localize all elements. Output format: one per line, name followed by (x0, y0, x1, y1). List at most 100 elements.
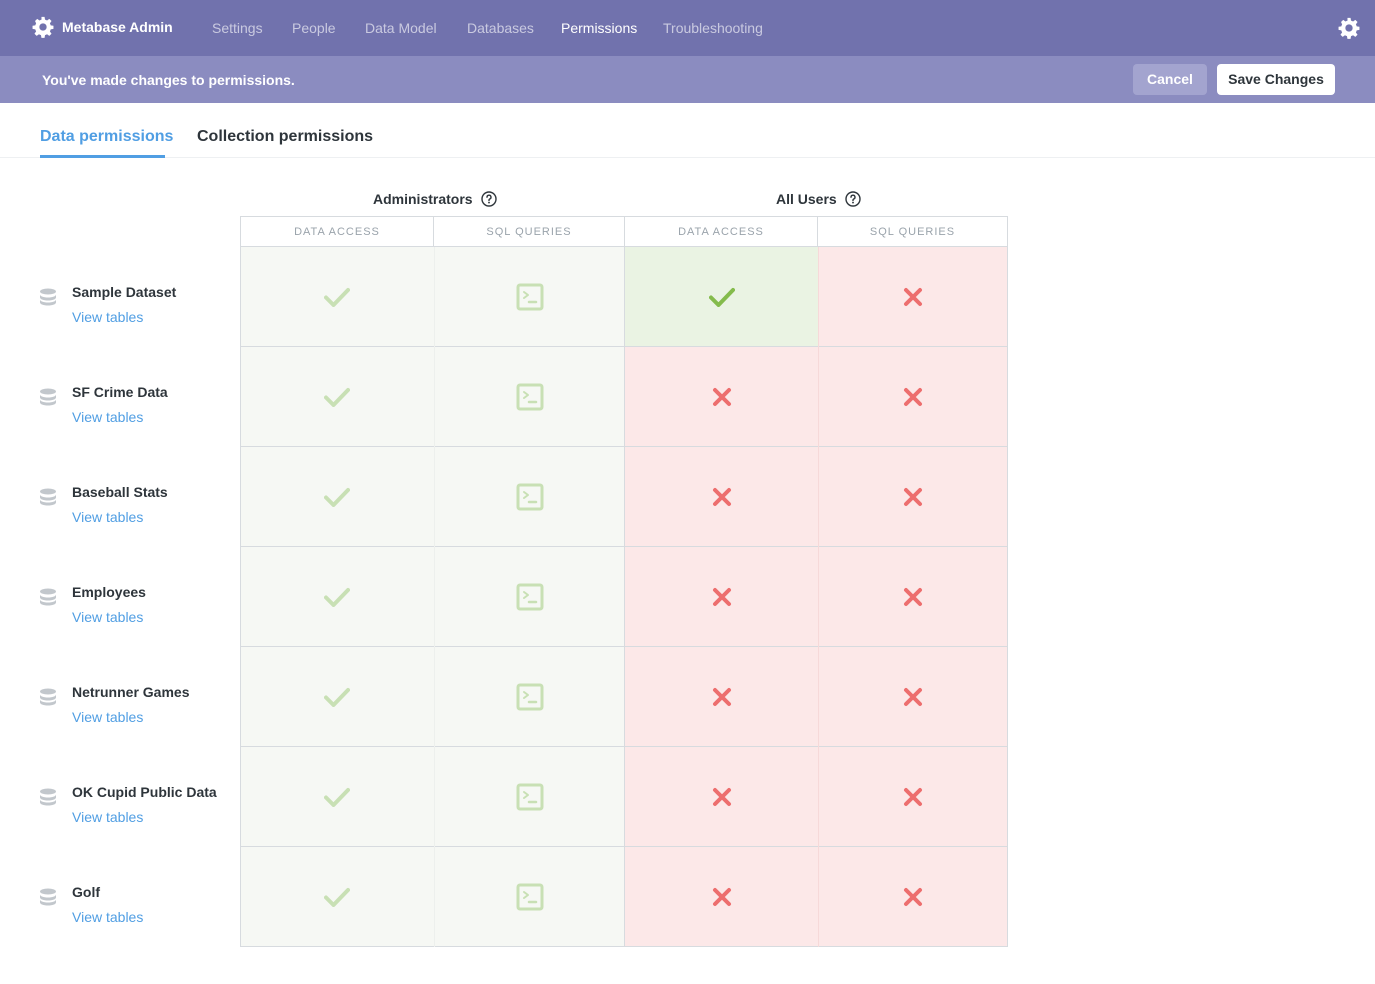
cell-admin-data-access[interactable] (240, 447, 434, 547)
brand[interactable]: Metabase Admin (32, 16, 173, 38)
nav-databases[interactable]: Databases (467, 20, 534, 36)
cell-admin-data-access[interactable] (240, 847, 434, 947)
column-header-sql-queries: SQL QUERIES (434, 216, 625, 247)
column-header-data-access: DATA ACCESS (240, 216, 434, 247)
view-tables-link[interactable]: View tables (72, 609, 143, 625)
cross-icon (904, 687, 922, 706)
cell-all-users-sql-queries[interactable] (818, 547, 1008, 647)
cell-admin-sql-queries[interactable] (434, 847, 625, 947)
cell-all-users-data-access[interactable] (625, 547, 818, 647)
help-icon[interactable] (845, 191, 861, 207)
cross-icon (712, 787, 731, 806)
sql-editor-icon (516, 783, 543, 810)
cell-all-users-data-access[interactable] (625, 747, 818, 847)
cross-icon (712, 887, 731, 906)
database-name: Employees (72, 584, 146, 600)
cell-admin-sql-queries[interactable] (434, 547, 625, 647)
view-tables-link[interactable]: View tables (72, 809, 143, 825)
nav-data-model[interactable]: Data Model (365, 20, 437, 36)
cell-all-users-sql-queries[interactable] (818, 647, 1008, 747)
active-tab-indicator (40, 155, 165, 158)
view-tables-link[interactable]: View tables (72, 409, 143, 425)
database-icon (40, 488, 56, 506)
cell-admin-sql-queries[interactable] (434, 647, 625, 747)
view-tables-link[interactable]: View tables (72, 309, 143, 325)
database-name: SF Crime Data (72, 384, 168, 400)
cross-icon (904, 587, 922, 606)
cell-admin-data-access[interactable] (240, 647, 434, 747)
unsaved-changes-banner: You've made changes to permissions. Canc… (0, 56, 1375, 103)
database-name: Sample Dataset (72, 284, 177, 300)
checkmark-icon (324, 887, 350, 907)
brand-label: Metabase Admin (62, 19, 173, 35)
checkmark-icon (324, 487, 350, 507)
cell-all-users-sql-queries[interactable] (818, 247, 1008, 347)
cancel-button[interactable]: Cancel (1133, 64, 1207, 95)
nav-troubleshooting[interactable]: Troubleshooting (663, 20, 763, 36)
checkmark-icon (324, 387, 350, 407)
cell-admin-data-access[interactable] (240, 747, 434, 847)
settings-gear-icon[interactable] (1338, 17, 1360, 39)
cell-admin-data-access[interactable] (240, 247, 434, 347)
cell-all-users-data-access[interactable] (625, 647, 818, 747)
cell-all-users-data-access[interactable] (625, 847, 818, 947)
view-tables-link[interactable]: View tables (72, 709, 143, 725)
tab-collection-permissions[interactable]: Collection permissions (197, 128, 373, 146)
checkmark-icon (324, 687, 350, 707)
sql-editor-icon (516, 883, 543, 910)
grid-column-divider (434, 247, 435, 947)
grid-border-right (1007, 247, 1008, 947)
tab-data-permissions[interactable]: Data permissions (40, 128, 173, 146)
metabase-gear-icon (32, 16, 54, 38)
sql-editor-icon (516, 583, 543, 610)
cross-icon (712, 487, 731, 506)
cell-admin-data-access[interactable] (240, 547, 434, 647)
database-icon (40, 288, 56, 306)
sql-editor-icon (516, 483, 543, 510)
database-icon (40, 388, 56, 406)
cell-all-users-sql-queries[interactable] (818, 447, 1008, 547)
group-header-administrators: Administrators (373, 191, 497, 207)
admin-nav-bar: Metabase Admin Settings People Data Mode… (0, 0, 1375, 56)
sql-editor-icon (516, 383, 543, 410)
checkmark-icon (324, 287, 350, 307)
help-icon[interactable] (480, 191, 497, 207)
database-icon (40, 888, 56, 906)
permissions-grid: DATA ACCESS SQL QUERIES DATA ACCESS SQL … (240, 216, 1008, 947)
nav-people[interactable]: People (292, 20, 336, 36)
group-name: All Users (776, 191, 837, 207)
nav-permissions[interactable]: Permissions (561, 20, 637, 36)
permissions-tabs: Data permissions Collection permissions (0, 103, 1375, 158)
group-header-all-users: All Users (776, 191, 861, 207)
grid-group-divider (624, 247, 625, 947)
cross-icon (712, 687, 731, 706)
view-tables-link[interactable]: View tables (72, 909, 143, 925)
column-header-sql-queries: SQL QUERIES (818, 216, 1008, 247)
banner-message: You've made changes to permissions. (42, 72, 295, 88)
database-name: Netrunner Games (72, 684, 190, 700)
checkmark-icon (324, 587, 350, 607)
view-tables-link[interactable]: View tables (72, 509, 143, 525)
cell-admin-sql-queries[interactable] (434, 747, 625, 847)
cell-admin-data-access[interactable] (240, 347, 434, 447)
cell-all-users-data-access[interactable] (625, 447, 818, 547)
cell-all-users-sql-queries[interactable] (818, 847, 1008, 947)
save-changes-button[interactable]: Save Changes (1217, 64, 1335, 95)
cell-admin-sql-queries[interactable] (434, 247, 625, 347)
sql-editor-icon (516, 283, 543, 310)
database-name: OK Cupid Public Data (72, 784, 217, 800)
cell-all-users-data-access[interactable] (625, 247, 818, 347)
database-name: Golf (72, 884, 100, 900)
cell-admin-sql-queries[interactable] (434, 347, 625, 447)
cell-all-users-sql-queries[interactable] (818, 347, 1008, 447)
cell-all-users-data-access[interactable] (625, 347, 818, 447)
nav-settings[interactable]: Settings (212, 20, 263, 36)
checkmark-icon (708, 287, 735, 307)
database-icon (40, 688, 56, 706)
cell-all-users-sql-queries[interactable] (818, 747, 1008, 847)
cross-icon (904, 387, 922, 406)
cross-icon (904, 487, 922, 506)
cross-icon (904, 287, 922, 306)
cross-icon (712, 587, 731, 606)
cell-admin-sql-queries[interactable] (434, 447, 625, 547)
